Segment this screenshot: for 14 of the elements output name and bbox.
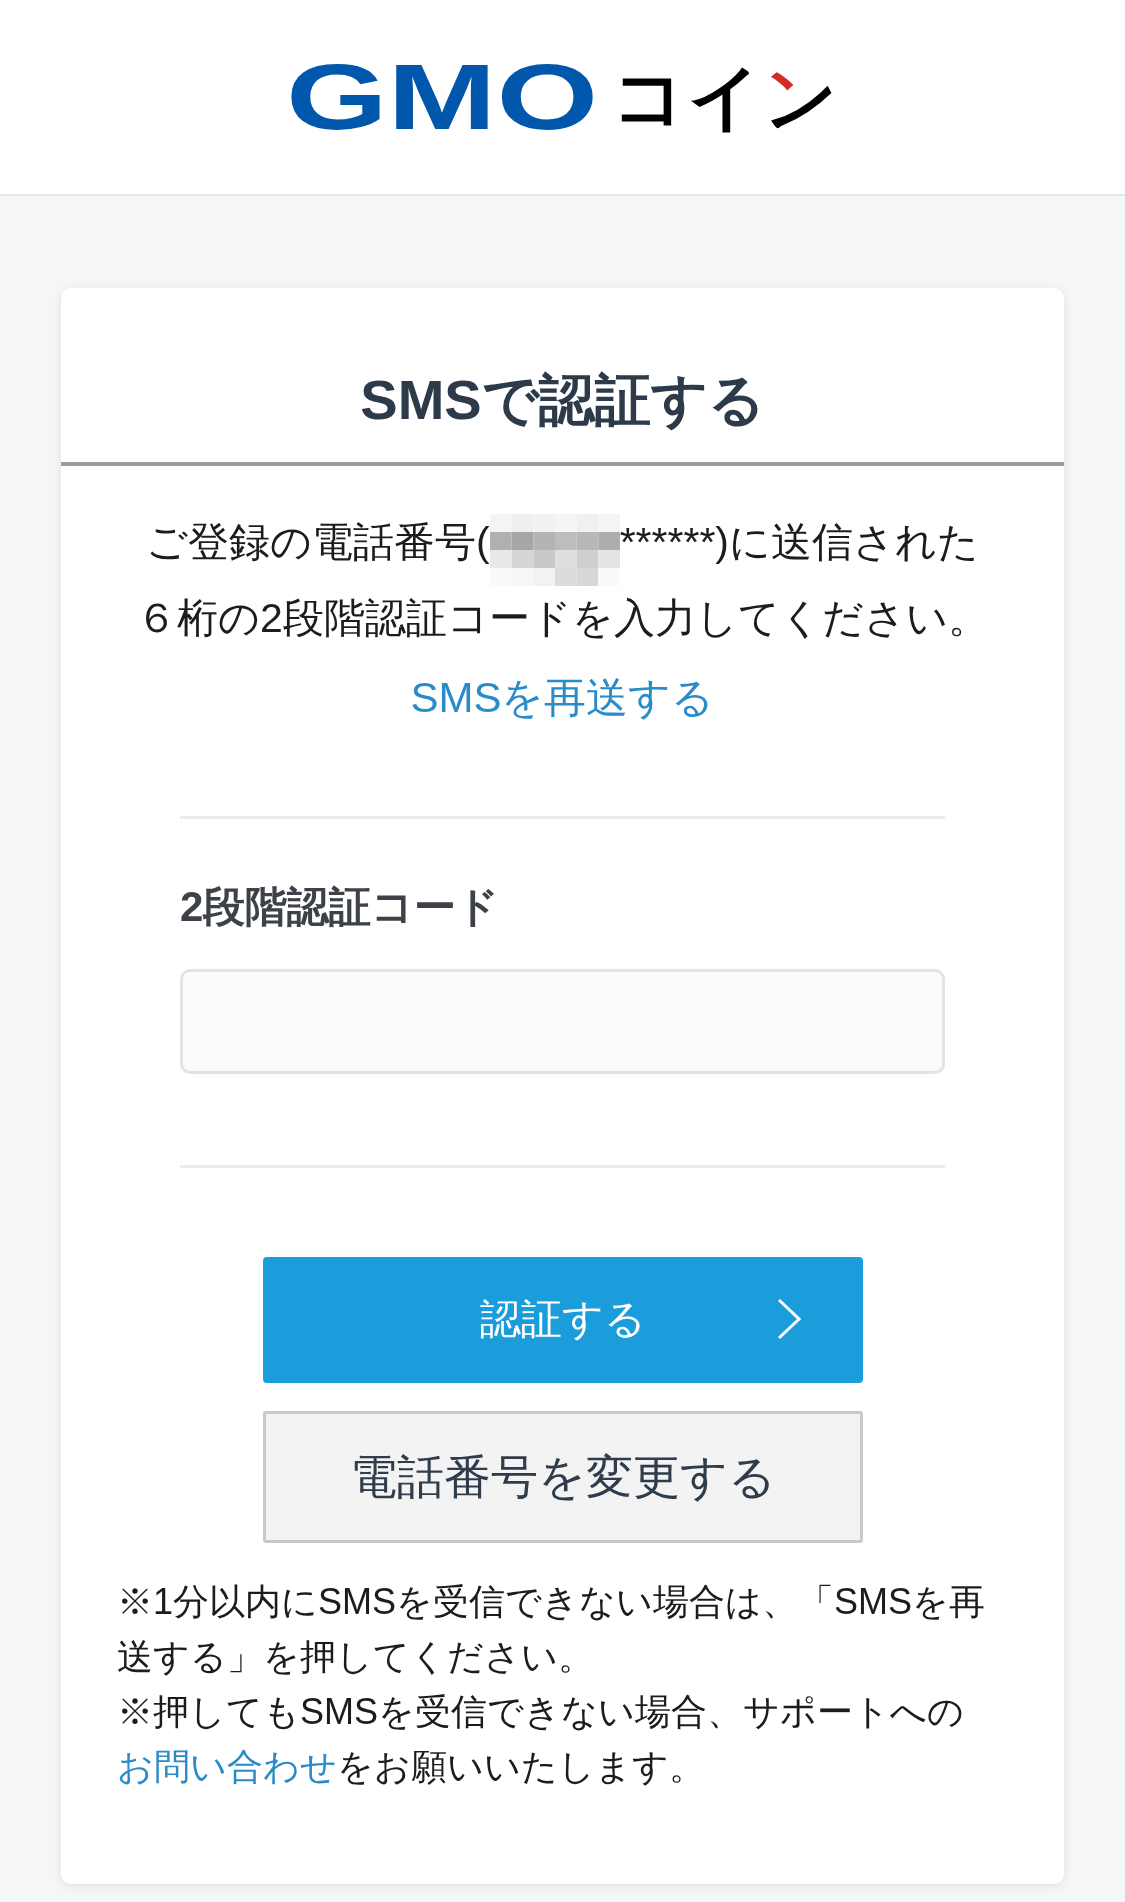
note-text: ※押してもSMSを受信できない場合、サポートへの お問い合わせをお願いいたします。 [117, 1690, 965, 1789]
note-text: ※1分以内にSMSを受信できない場合は、「SMSを再送する」を押してください。 [117, 1580, 987, 1679]
contact-link[interactable]: お問い合わせ [117, 1746, 337, 1787]
code-input-field[interactable] [180, 969, 945, 1074]
message-text: ******)に送信された [619, 518, 979, 567]
resend-sms-link[interactable]: SMSを再送する [410, 665, 715, 730]
change-phone-button[interactable]: 電話番号を変更する [262, 1411, 863, 1543]
chevron-right-icon [776, 1298, 801, 1340]
verify-button[interactable]: 認証する [262, 1257, 863, 1383]
message-text: ６桁の2段階認証コードを入力してください。 [136, 594, 989, 643]
message-text: ご登録の電話番号( [145, 518, 490, 567]
page-title: SMSで認証する [360, 367, 765, 433]
logo-text: GMO [285, 51, 599, 143]
field-label: 2段階認証コード [180, 882, 500, 932]
